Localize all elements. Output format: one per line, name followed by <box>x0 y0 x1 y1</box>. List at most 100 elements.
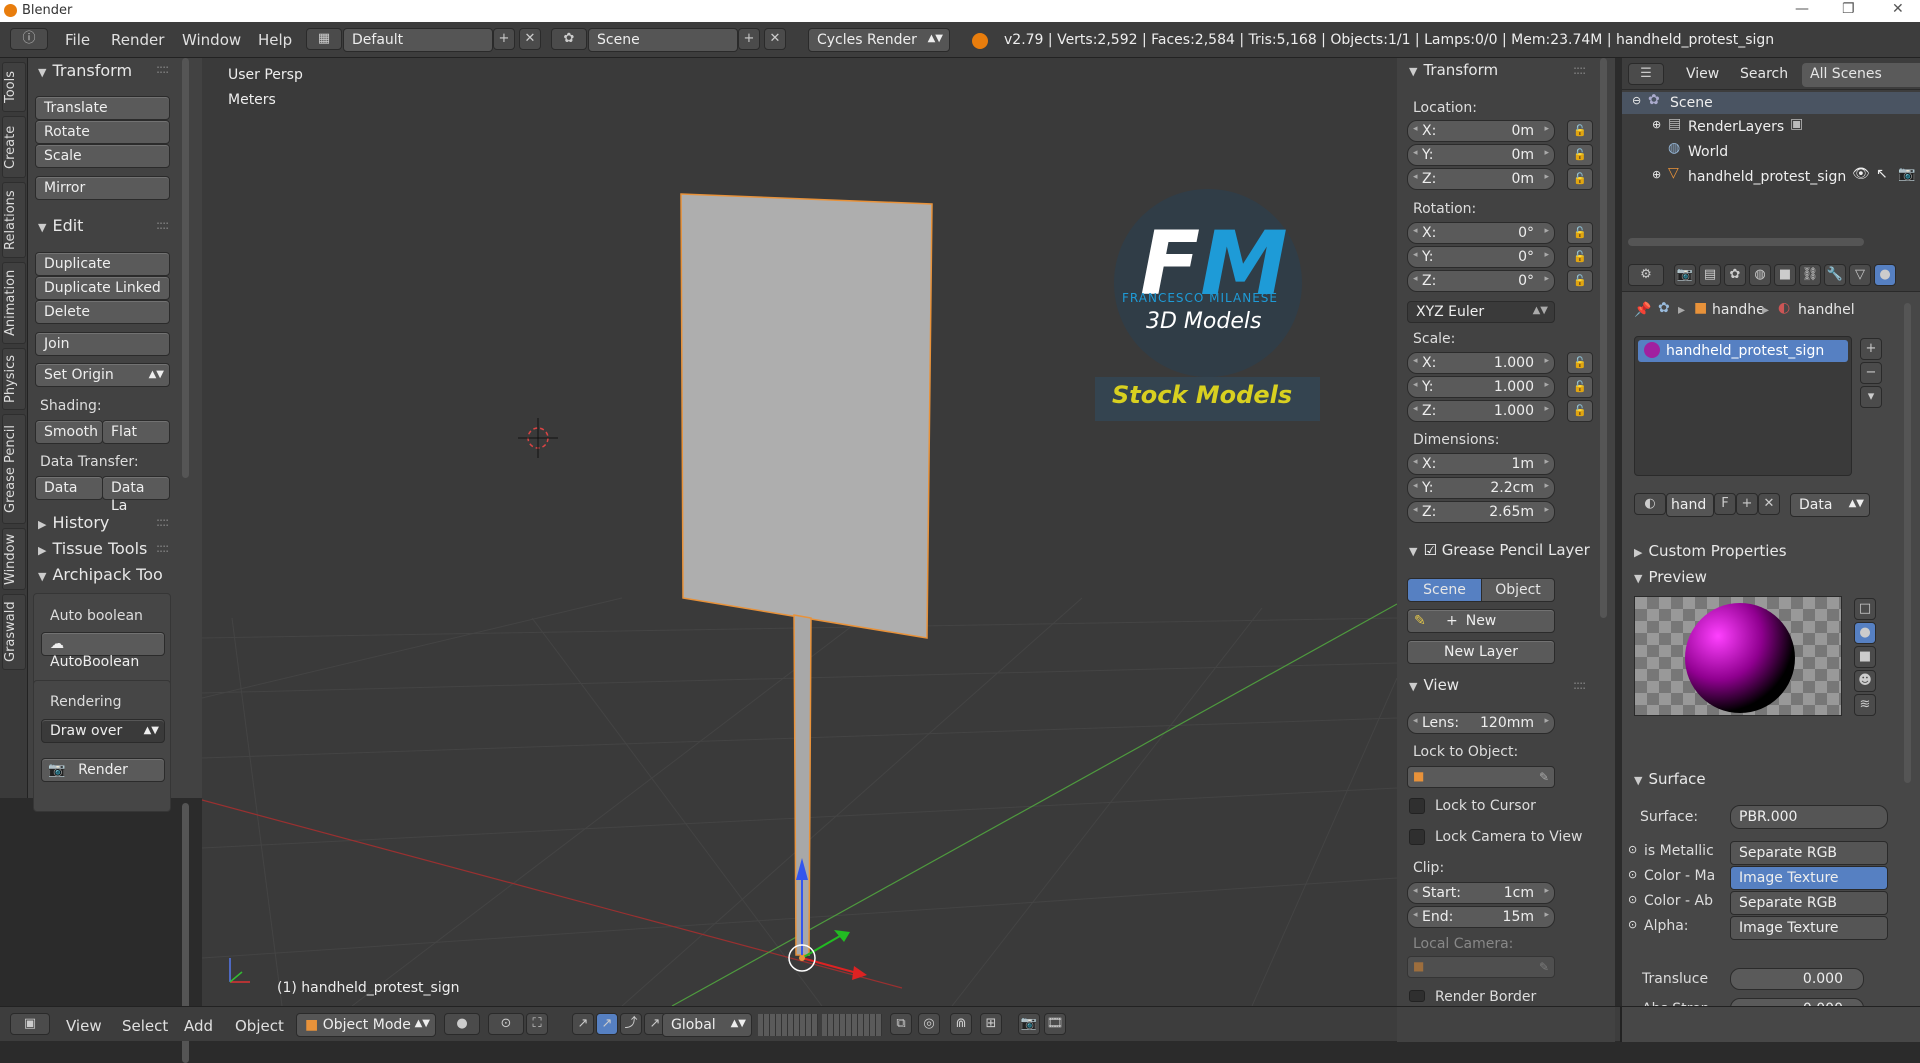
grease-checkbox-icon[interactable]: ☑ <box>1423 541 1441 559</box>
surface-select[interactable]: PBR.000 <box>1730 805 1888 829</box>
surface-header[interactable]: ▼ Surface <box>1634 770 1706 788</box>
location-x-field[interactable]: ◂ X: 0m ▸ <box>1407 120 1555 142</box>
layers-grid-2[interactable] <box>822 1014 882 1036</box>
manipulator-toggle-icon[interactable]: ⛶ <box>526 1013 548 1035</box>
scale-x-field[interactable]: ◂ X: 1.000 ▸ <box>1407 352 1555 374</box>
preview-header[interactable]: ▼ Preview <box>1634 568 1707 586</box>
surface-input-node-select[interactable]: Image Texture <box>1730 916 1888 940</box>
scale-manip-icon[interactable]: ⤴ <box>620 1013 642 1035</box>
translate-manip-icon[interactable]: ↗ <box>572 1013 594 1035</box>
pin-icon[interactable]: 📌 <box>1634 302 1651 318</box>
layout-icon[interactable]: ▦ <box>306 28 342 50</box>
outliner-row-scene[interactable] <box>1622 92 1920 114</box>
lock-icon[interactable]: 🔓 <box>1567 270 1593 292</box>
socket-link-icon[interactable]: ⊙ <box>1628 843 1637 856</box>
crumb-material-label[interactable]: handhel <box>1798 302 1855 318</box>
autoboolean-button[interactable]: ☁ AutoBoolean <box>41 632 165 670</box>
outliner-search-menu[interactable]: Search <box>1740 66 1788 82</box>
render-camera-icon[interactable]: 📷 <box>1898 166 1915 182</box>
tab-physics[interactable]: Physics <box>2 348 26 410</box>
fake-user-button[interactable]: F <box>1714 493 1736 515</box>
new-layer-button[interactable]: New Layer <box>1407 640 1555 664</box>
menu-object[interactable]: Object <box>235 1017 284 1035</box>
lock-icon[interactable]: 🔓 <box>1567 120 1593 142</box>
object-tab-icon[interactable]: ■ <box>1774 264 1796 286</box>
lock-icon[interactable]: 🔓 <box>1567 400 1593 422</box>
layout-field[interactable]: Default <box>343 28 493 52</box>
snap-element-icon[interactable]: ⊞ <box>980 1013 1002 1035</box>
location-z-field[interactable]: ◂ Z: 0m ▸ <box>1407 168 1555 190</box>
tab-grease-pencil[interactable]: Grease Pencil <box>2 414 26 524</box>
menu-add[interactable]: Add <box>184 1017 213 1035</box>
scene-tab-icon[interactable]: ✿ <box>1724 264 1746 286</box>
material-browse-icon[interactable]: ◐ <box>1634 493 1666 515</box>
smooth-button[interactable]: Smooth <box>35 420 103 444</box>
menu-render[interactable]: Render <box>111 31 164 49</box>
properties-editor-icon[interactable]: ⚙ <box>1628 264 1664 286</box>
delete-button[interactable]: Delete <box>35 300 170 324</box>
rotate-button[interactable]: Rotate <box>35 120 170 144</box>
rotation-z-field[interactable]: ◂ Z: 0° ▸ <box>1407 270 1555 292</box>
menu-select[interactable]: Select <box>122 1017 168 1035</box>
render-preview-icon[interactable]: 📷 <box>1018 1013 1040 1035</box>
eyedropper-icon[interactable]: ✎ <box>1539 960 1549 974</box>
preview-hair-icon[interactable]: ≋ <box>1854 694 1876 716</box>
render-anim-icon[interactable]: 🎞 <box>1044 1013 1066 1035</box>
slot-add-icon[interactable]: + <box>1860 338 1882 360</box>
edit-panel-header[interactable]: ▼ Edit <box>38 216 83 235</box>
dimension-x-field[interactable]: ◂ X: 1m ▸ <box>1407 453 1555 475</box>
transform-panel-header[interactable]: ▼ Transform <box>38 61 132 80</box>
dimension-y-field[interactable]: ◂ Y: 2.2cm ▸ <box>1407 477 1555 499</box>
rotation-x-field[interactable]: ◂ X: 0° ▸ <box>1407 222 1555 244</box>
gp-new-button[interactable]: ✎ + New <box>1407 609 1555 633</box>
lens-field[interactable]: ◂ Lens: 120mm ▸ <box>1407 712 1555 734</box>
tab-window[interactable]: Window <box>2 528 26 590</box>
orientation-select[interactable]: Global ▲▼ <box>662 1013 752 1037</box>
slot-remove-icon[interactable]: − <box>1860 362 1882 384</box>
lock-icon[interactable]: 🔓 <box>1567 222 1593 244</box>
mode-select[interactable]: ■ Object Mode ▲▼ <box>296 1013 436 1037</box>
expand-icon[interactable]: ⊕ <box>1652 168 1661 181</box>
data-tab-icon[interactable]: ▽ <box>1849 264 1871 286</box>
flat-button[interactable]: Flat <box>102 420 170 444</box>
outliner-editor-icon[interactable]: ☰ <box>1628 63 1664 85</box>
panel-grip-icon[interactable]: :::: <box>156 541 169 555</box>
menu-help[interactable]: Help <box>258 31 292 49</box>
clip-start-field[interactable]: ◂ Start: 1cm ▸ <box>1407 882 1555 904</box>
close-icon[interactable]: ✕ <box>1892 1 1904 17</box>
history-panel-header[interactable]: ▶ History <box>38 513 109 532</box>
lock-camera-checkbox[interactable] <box>1409 829 1425 845</box>
preview-sphere-icon[interactable]: ● <box>1854 622 1876 644</box>
toolshelf-scrollbar[interactable] <box>182 58 189 478</box>
join-button[interactable]: Join <box>35 332 170 356</box>
socket-link-icon[interactable]: ⊙ <box>1628 918 1637 931</box>
3d-viewport[interactable]: User Persp Meters (1) handheld_protest_s… <box>202 58 1397 1006</box>
grease-pencil-header[interactable]: ▼ ☑ Grease Pencil Layer <box>1409 541 1590 559</box>
material-tab-icon[interactable]: ● <box>1874 264 1896 286</box>
layout-remove-icon[interactable]: ✕ <box>519 28 541 50</box>
panel-grip-icon[interactable]: :::: <box>156 218 169 232</box>
material-unlink-icon[interactable]: ✕ <box>1758 493 1780 515</box>
surface-input-node-select[interactable]: Separate RGB <box>1730 891 1888 915</box>
menu-window[interactable]: Window <box>182 31 241 49</box>
scene-remove-icon[interactable]: ✕ <box>764 28 786 50</box>
visibility-eye-icon[interactable]: 👁 <box>1852 166 1870 182</box>
outliner-view-menu[interactable]: View <box>1686 66 1719 82</box>
tab-graswald[interactable]: Graswald <box>2 594 26 670</box>
npanel-scrollbar[interactable] <box>1600 58 1607 618</box>
duplicate-linked-button[interactable]: Duplicate Linked <box>35 276 170 300</box>
layout-add-icon[interactable]: + <box>493 28 515 50</box>
material-link-select[interactable]: Data ▲▼ <box>1790 493 1870 517</box>
properties-scrollbar[interactable] <box>1904 303 1911 783</box>
tab-relations[interactable]: Relations <box>2 182 26 258</box>
editor-type-info-icon[interactable]: ⓘ <box>10 28 48 50</box>
scene-field[interactable]: Scene <box>588 28 738 52</box>
lock-icon[interactable]: 🔓 <box>1567 246 1593 268</box>
local-camera-field[interactable]: ■ ✎ <box>1407 956 1555 978</box>
draw-over-select[interactable]: Draw over ▲▼ <box>41 719 165 743</box>
tissue-panel-header[interactable]: ▶ Tissue Tools <box>38 539 147 558</box>
constraints-tab-icon[interactable]: ⛓ <box>1799 264 1821 286</box>
tab-tools[interactable]: Tools <box>2 62 26 112</box>
modifiers-tab-icon[interactable]: 🔧 <box>1824 264 1846 286</box>
expand-icon[interactable]: ⊕ <box>1652 118 1661 131</box>
